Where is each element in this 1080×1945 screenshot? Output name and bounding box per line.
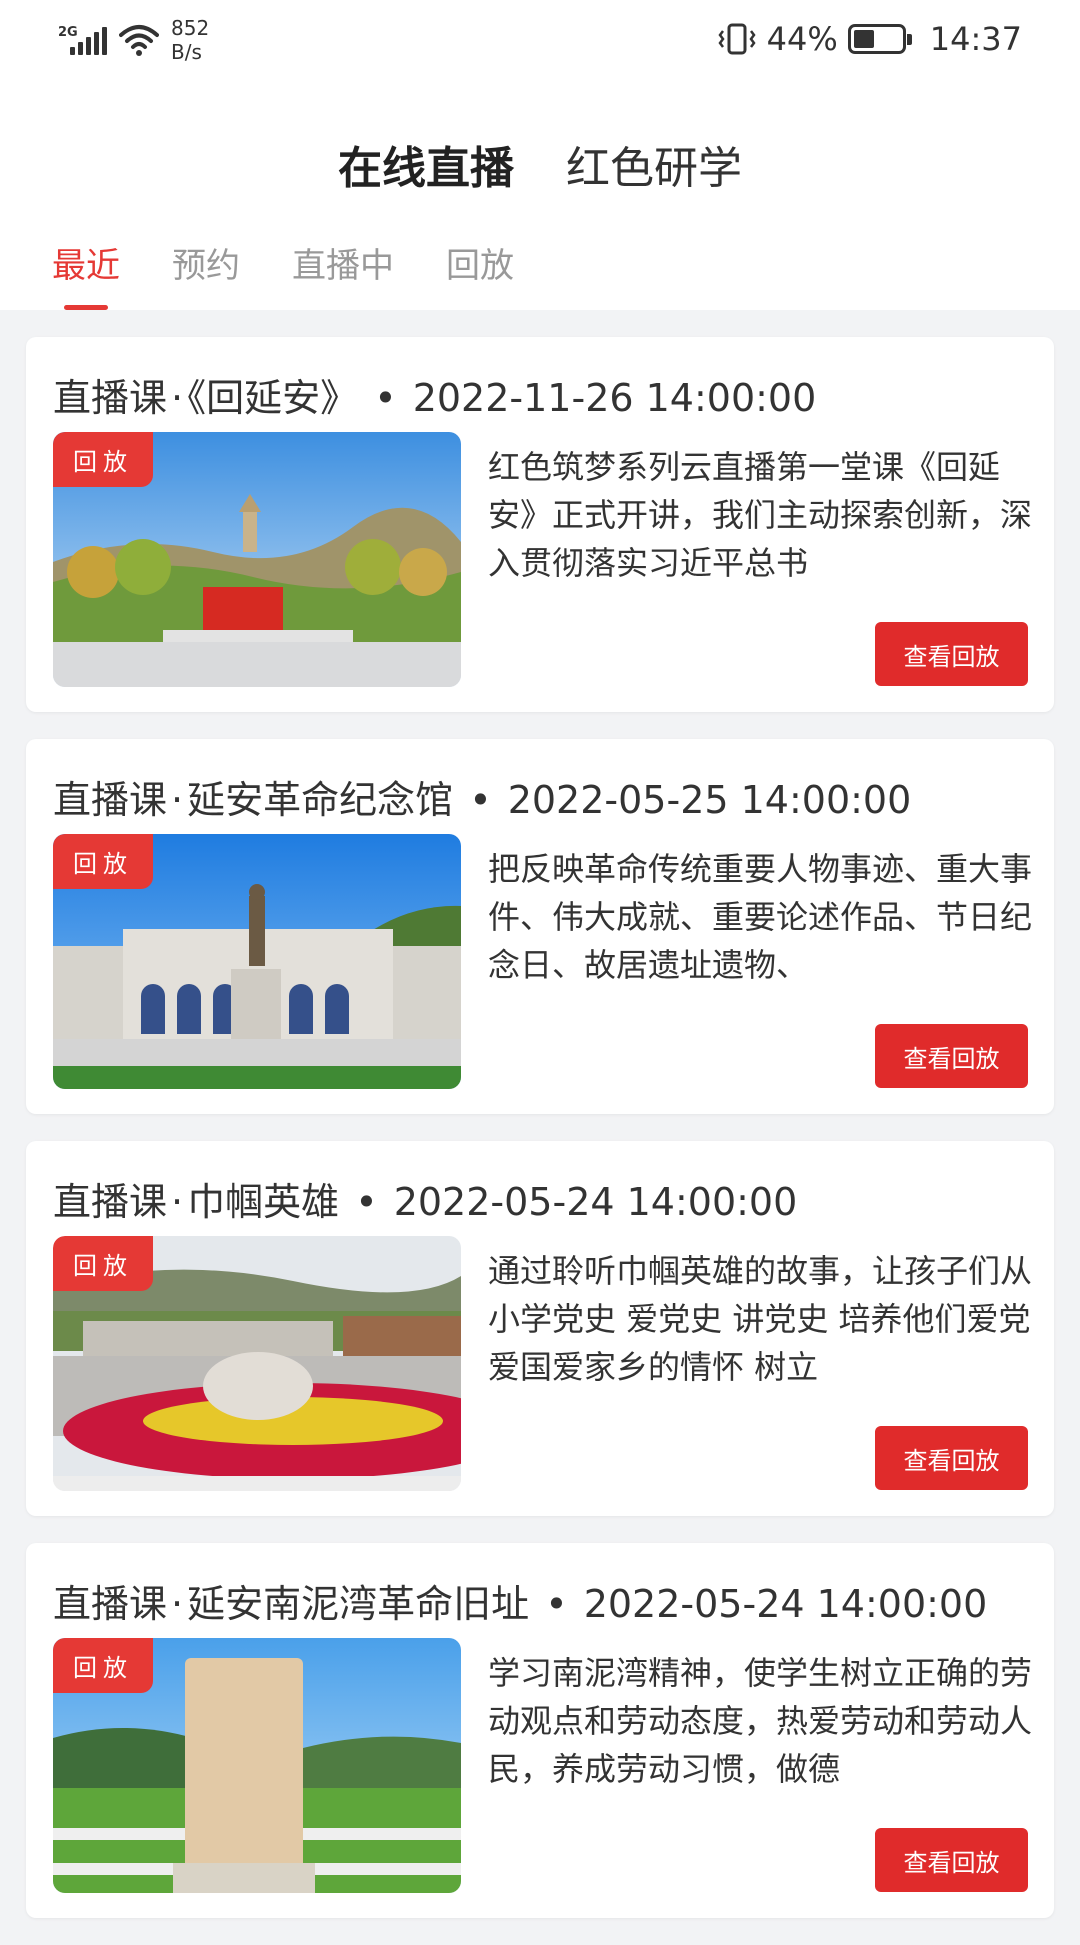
view-replay-button[interactable]: 查看回放 xyxy=(875,1426,1028,1490)
course-thumbnail[interactable]: 回放 xyxy=(53,1638,461,1893)
course-card[interactable]: 直播课 · 《回延安》 • 2022-11-26 14:00:00 回放 红色筑梦系… xyxy=(26,337,1054,712)
subtab-replay[interactable]: 回放 xyxy=(446,238,514,310)
cellular-signal-icon: 2G xyxy=(58,25,107,55)
network-speed: 852 B/s xyxy=(171,16,209,64)
vibrate-icon xyxy=(718,23,756,55)
course-description: 通过聆听巾帼英雄的故事，让孩子们从小学党史 爱党史 讲党史 培养他们爱党爱国爱家… xyxy=(488,1252,1033,1386)
status-right: 44% 14:37 xyxy=(717,20,1022,58)
course-category: 直播课 xyxy=(53,778,168,822)
course-description: 学习南泥湾精神，使学生树立正确的劳动观点和劳动态度，热爱劳动和劳动人民，养成劳动… xyxy=(488,1654,1033,1788)
battery-percent: 44% xyxy=(766,20,838,58)
status-left: 2G 852 B/s xyxy=(58,16,209,64)
clock: 14:37 xyxy=(929,20,1022,58)
course-thumbnail[interactable]: 回放 xyxy=(53,1236,461,1491)
replay-badge: 回放 xyxy=(53,1236,153,1291)
course-datetime: 2022-05-24 14:00:00 xyxy=(583,1582,988,1626)
course-name: 《回延安》 xyxy=(187,376,359,420)
course-datetime: 2022-05-24 14:00:00 xyxy=(393,1180,798,1224)
sub-tabs: 最近 预约 直播中 回放 xyxy=(52,238,514,310)
speed-unit: B/s xyxy=(171,40,202,64)
subtab-live[interactable]: 直播中 xyxy=(292,238,394,310)
course-title: 直播课 · 延安革命纪念馆 • 2022-05-25 14:00:00 xyxy=(53,778,912,822)
course-category: 直播课 xyxy=(53,1582,168,1626)
course-category: 直播课 xyxy=(53,376,168,420)
view-replay-button[interactable]: 查看回放 xyxy=(875,1828,1028,1892)
course-datetime: 2022-05-25 14:00:00 xyxy=(507,778,912,822)
course-card[interactable]: 直播课 · 延安南泥湾革命旧址 • 2022-05-24 14:00:00 回放 学… xyxy=(26,1543,1054,1918)
course-name: 延安南泥湾革命旧址 xyxy=(187,1582,530,1626)
wifi-icon xyxy=(119,25,159,56)
course-name: 延安革命纪念馆 xyxy=(187,778,454,822)
tab-online-live[interactable]: 在线直播 xyxy=(338,132,514,196)
battery-level xyxy=(853,30,875,48)
course-thumbnail[interactable]: 回放 xyxy=(53,432,461,687)
page-header: 在线直播 红色研学 最近 预约 直播中 回放 xyxy=(0,82,1080,310)
view-replay-button[interactable]: 查看回放 xyxy=(875,622,1028,686)
course-title: 直播课 · 延安南泥湾革命旧址 • 2022-05-24 14:00:00 xyxy=(53,1582,988,1626)
course-title: 直播课 · 《回延安》 • 2022-11-26 14:00:00 xyxy=(53,376,817,420)
course-card[interactable]: 直播课 · 延安革命纪念馆 • 2022-05-25 14:00:00 回放 把… xyxy=(26,739,1054,1114)
view-replay-button[interactable]: 查看回放 xyxy=(875,1024,1028,1088)
tab-red-study[interactable]: 红色研学 xyxy=(566,132,742,196)
battery-icon xyxy=(847,24,912,54)
course-title: 直播课 · 巾帼英雄 • 2022-05-24 14:00:00 xyxy=(53,1180,798,1224)
replay-badge: 回放 xyxy=(53,834,153,889)
course-datetime: 2022-11-26 14:00:00 xyxy=(412,376,817,420)
replay-badge: 回放 xyxy=(53,1638,153,1693)
course-description: 把反映革命传统重要人物事迹、重大事件、伟大成就、重要论述作品、节日纪念日、故居遗… xyxy=(488,850,1033,984)
replay-badge: 回放 xyxy=(53,432,153,487)
speed-value: 852 xyxy=(171,16,210,40)
subtab-recent[interactable]: 最近 xyxy=(52,238,120,310)
course-category: 直播课 xyxy=(53,1180,168,1224)
course-description: 红色筑梦系列云直播第一堂课《回延安》正式开讲，我们主动探索创新，深入贯彻落实习近… xyxy=(488,448,1033,582)
subtab-scheduled[interactable]: 预约 xyxy=(172,238,240,310)
course-name: 巾帼英雄 xyxy=(187,1180,340,1224)
network-type: 2G xyxy=(58,25,78,40)
course-list: 直播课 · 《回延安》 • 2022-11-26 14:00:00 回放 红色筑梦系… xyxy=(26,337,1054,1945)
main-tabs: 在线直播 红色研学 xyxy=(0,132,1080,196)
course-thumbnail[interactable]: 回放 xyxy=(53,834,461,1089)
status-bar: 2G 852 B/s 44% 14:37 xyxy=(0,0,1080,82)
course-card[interactable]: 直播课 · 巾帼英雄 • 2022-05-24 14:00:00 回放 通过聆听巾帼… xyxy=(26,1141,1054,1516)
